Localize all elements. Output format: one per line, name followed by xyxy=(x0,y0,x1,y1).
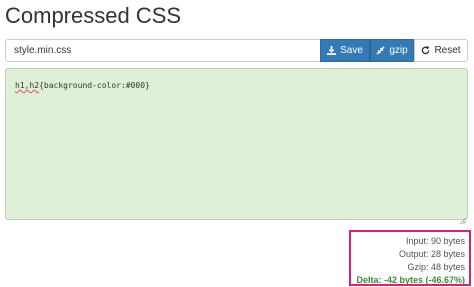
css-code-rules: {background-color:#000} xyxy=(39,81,150,90)
save-button-label: Save xyxy=(340,45,363,56)
gzip-button[interactable]: gzip xyxy=(370,39,414,62)
stat-output: Output: 28 bytes xyxy=(398,249,465,259)
toolbar: Save gzip Reset xyxy=(5,39,468,62)
gzip-button-label: gzip xyxy=(389,45,408,56)
page-title: Compressed CSS xyxy=(5,3,182,28)
save-button[interactable]: Save xyxy=(320,39,370,62)
stat-input: Input: 90 bytes xyxy=(405,236,465,246)
css-output-textarea[interactable]: h1,h2{background-color:#000} xyxy=(5,68,468,225)
filename-input[interactable] xyxy=(5,39,320,62)
download-icon xyxy=(327,46,337,55)
css-code: h1,h2{background-color:#000} xyxy=(15,81,150,90)
stat-delta: Delta: -42 bytes (-46.67%) xyxy=(356,275,465,285)
compressed-css-panel: Compressed CSS Save g xyxy=(0,0,474,287)
stat-gzip: Gzip: 48 bytes xyxy=(407,262,465,272)
refresh-icon xyxy=(421,46,430,55)
compression-stats: Input: 90 bytes Output: 28 bytes Gzip: 4… xyxy=(349,230,471,286)
reset-button[interactable]: Reset xyxy=(414,39,468,62)
css-code-selector: h1,h2 xyxy=(15,81,40,90)
reset-button-label: Reset xyxy=(434,45,461,56)
resize-handle-icon[interactable] xyxy=(459,211,467,225)
compress-icon xyxy=(376,46,385,55)
